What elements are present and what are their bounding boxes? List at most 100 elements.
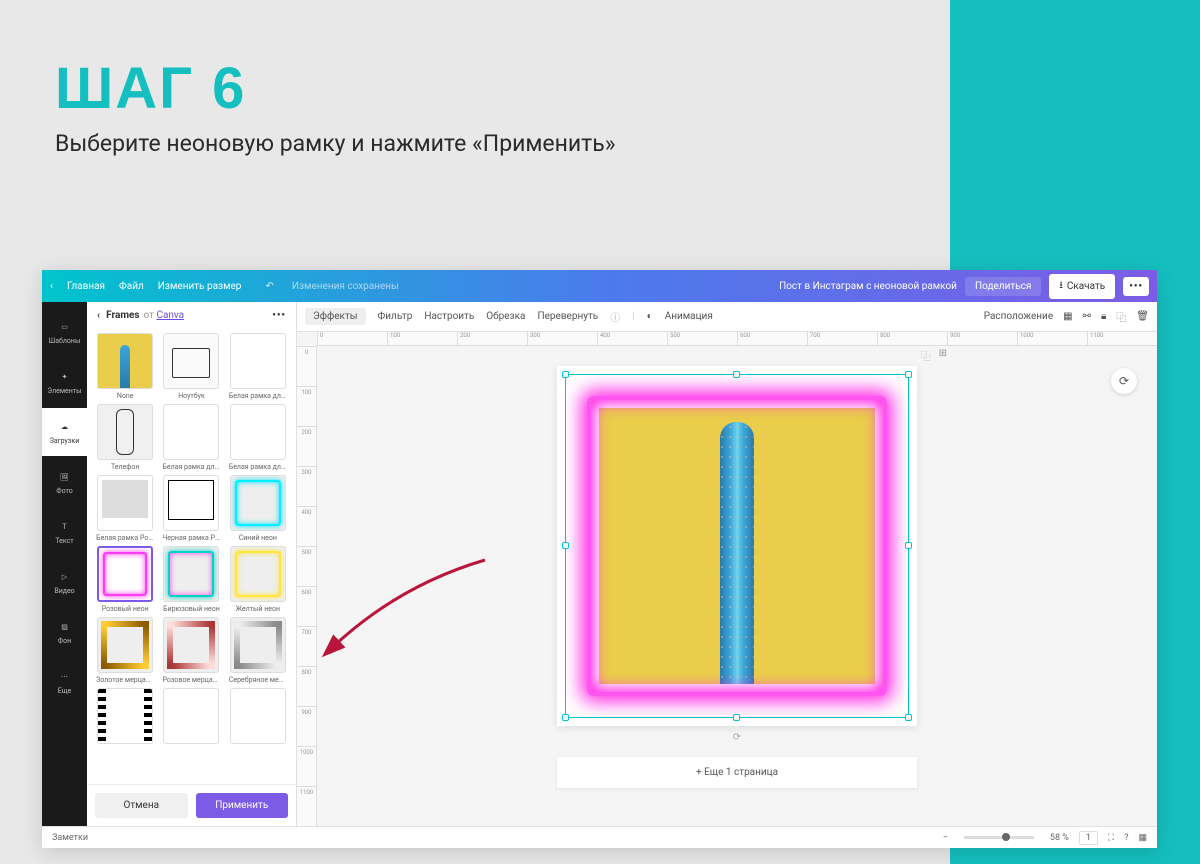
document-title[interactable]: Пост в Инстаграм с неоновой рамкой: [779, 281, 957, 292]
apply-button[interactable]: Применить: [196, 793, 289, 818]
delete-icon[interactable]: 🗑︎: [1136, 311, 1149, 322]
frame-option[interactable]: [228, 688, 288, 747]
frame-thumb: [230, 404, 286, 460]
tb-flip[interactable]: Перевернуть: [537, 311, 598, 322]
canvas-wrap: 010020030040050060070080090010001100 010…: [297, 332, 1157, 826]
frame-option[interactable]: Белая рамка для т...: [161, 404, 221, 471]
statusbar: Заметки − 58 % 1 ⛶ ? ▦: [42, 826, 1157, 848]
frame-thumb: [97, 546, 153, 602]
tb-filter[interactable]: Фильтр: [378, 311, 413, 322]
step-title: ШАГ 6: [55, 55, 616, 122]
nav-templates[interactable]: ▭Шаблоны: [42, 308, 87, 356]
panel-menu-icon[interactable]: •••: [272, 310, 286, 321]
resize-handle-tr[interactable]: [905, 371, 912, 378]
ruler-vertical: 010020030040050060070080090010001100: [297, 346, 317, 826]
nav-resize[interactable]: Изменить размер: [158, 281, 242, 292]
resize-handle-br[interactable]: [905, 714, 912, 721]
grid-view-icon[interactable]: ▦: [1138, 833, 1147, 843]
frame-option[interactable]: Розовое мерцание: [161, 617, 221, 684]
resize-handle-r[interactable]: [905, 542, 912, 549]
add-page-icon[interactable]: ⊞: [939, 348, 947, 363]
duplicate-page-icon[interactable]: ⿻: [921, 348, 931, 363]
resize-handle-tl[interactable]: [562, 371, 569, 378]
back-chevron-icon[interactable]: ‹: [50, 281, 53, 292]
nav-uploads[interactable]: ☁Загрузки: [42, 408, 87, 456]
resize-handle-b[interactable]: [733, 714, 740, 721]
tb-animate[interactable]: Анимация: [665, 311, 713, 322]
frame-thumb: [230, 333, 286, 389]
zoom-value[interactable]: 58 %: [1050, 833, 1069, 843]
panel-from: от Canva: [144, 310, 185, 321]
tb-adjust[interactable]: Настроить: [424, 311, 474, 322]
transparency-icon[interactable]: ▦: [1063, 311, 1072, 322]
bg-icon: ▨: [58, 620, 72, 634]
tb-effects[interactable]: Эффекты: [305, 308, 366, 325]
animate-icon: ◐: [647, 311, 653, 322]
video-icon: ▷: [58, 570, 72, 584]
frame-option[interactable]: [95, 688, 155, 747]
duplicate-icon[interactable]: ⿻: [1116, 309, 1126, 324]
frame-option[interactable]: Золотое мерцание: [95, 617, 155, 684]
frame-option[interactable]: Бирюзовый неон: [161, 546, 221, 613]
frame-label: Черная рамка Pola...: [162, 534, 220, 542]
frame-label: Белая рамка для т...: [162, 463, 220, 471]
frame-option[interactable]: Синий неон: [228, 475, 288, 542]
zoom-out-icon[interactable]: −: [943, 833, 948, 843]
frame-option[interactable]: Белая рамка Polar...: [95, 475, 155, 542]
frame-option[interactable]: Белая рамка для н...: [228, 333, 288, 400]
resize-handle-l[interactable]: [562, 542, 569, 549]
frame-option[interactable]: Ноутбук: [161, 333, 221, 400]
frame-label: Золотое мерцание: [96, 676, 154, 684]
frame-option[interactable]: Желтый неон: [228, 546, 288, 613]
lock-icon[interactable]: 🔒︎: [1101, 311, 1106, 322]
nav-bg[interactable]: ▨Фон: [42, 608, 87, 656]
resize-handle-bl[interactable]: [562, 714, 569, 721]
nav-more[interactable]: ⋯Еще: [42, 658, 87, 706]
info-icon[interactable]: ⓘ: [610, 309, 620, 324]
frame-label: Белая рамка для п...: [229, 463, 287, 471]
nav-elements[interactable]: ✦Элементы: [42, 358, 87, 406]
more-button[interactable]: •••: [1123, 277, 1149, 296]
download-button[interactable]: ⭳ Скачать: [1049, 274, 1115, 299]
more-icon: ⋯: [58, 670, 72, 684]
nav-photo[interactable]: 🖼︎Фото: [42, 458, 87, 506]
frames-panel: ‹ Frames от Canva ••• NoneНоутбукБелая р…: [87, 302, 297, 826]
frame-label: Белая рамка Polar...: [96, 534, 154, 542]
notes-button[interactable]: Заметки: [52, 833, 88, 843]
resize-handle-t[interactable]: [733, 371, 740, 378]
zoom-slider[interactable]: [964, 836, 1034, 839]
download-icon: ⭳: [1059, 278, 1063, 295]
undo-icon[interactable]: ↶: [265, 281, 273, 292]
tb-position[interactable]: Расположение: [984, 311, 1053, 322]
redo-floating-icon[interactable]: ⟳: [1111, 368, 1137, 394]
cancel-button[interactable]: Отмена: [95, 793, 188, 818]
nav-home[interactable]: Главная: [67, 281, 105, 292]
frame-thumb: [97, 333, 153, 389]
tb-crop[interactable]: Обрезка: [486, 311, 525, 322]
frame-option[interactable]: Телефон: [95, 404, 155, 471]
uploads-icon: ☁: [58, 420, 72, 434]
frame-option[interactable]: None: [95, 333, 155, 400]
frame-label: Розовый неон: [96, 605, 154, 613]
fullscreen-icon[interactable]: ⛶: [1108, 833, 1114, 843]
frame-label: Желтый неон: [229, 605, 287, 613]
nav-file[interactable]: Файл: [119, 281, 144, 292]
nav-video[interactable]: ▷Видео: [42, 558, 87, 606]
panel-back-icon[interactable]: ‹: [97, 310, 100, 321]
add-page-button[interactable]: + Еще 1 страница: [557, 757, 917, 788]
frame-label: Бирюзовый неон: [162, 605, 220, 613]
artboard[interactable]: [557, 366, 917, 726]
frame-option[interactable]: Серебряное мерц...: [228, 617, 288, 684]
link-icon[interactable]: ⚯: [1083, 311, 1091, 322]
rotate-handle-icon[interactable]: ⟳: [557, 732, 917, 743]
canva-link[interactable]: Canva: [156, 310, 184, 321]
frame-option[interactable]: Черная рамка Pola...: [161, 475, 221, 542]
help-icon[interactable]: ?: [1124, 833, 1128, 843]
frame-option[interactable]: Розовый неон: [95, 546, 155, 613]
nav-text[interactable]: TТекст: [42, 508, 87, 556]
frame-option[interactable]: [161, 688, 221, 747]
page-indicator[interactable]: 1: [1079, 831, 1098, 845]
frame-option[interactable]: Белая рамка для п...: [228, 404, 288, 471]
share-button[interactable]: Поделиться: [965, 277, 1041, 296]
frame-label: Розовое мерцание: [162, 676, 220, 684]
